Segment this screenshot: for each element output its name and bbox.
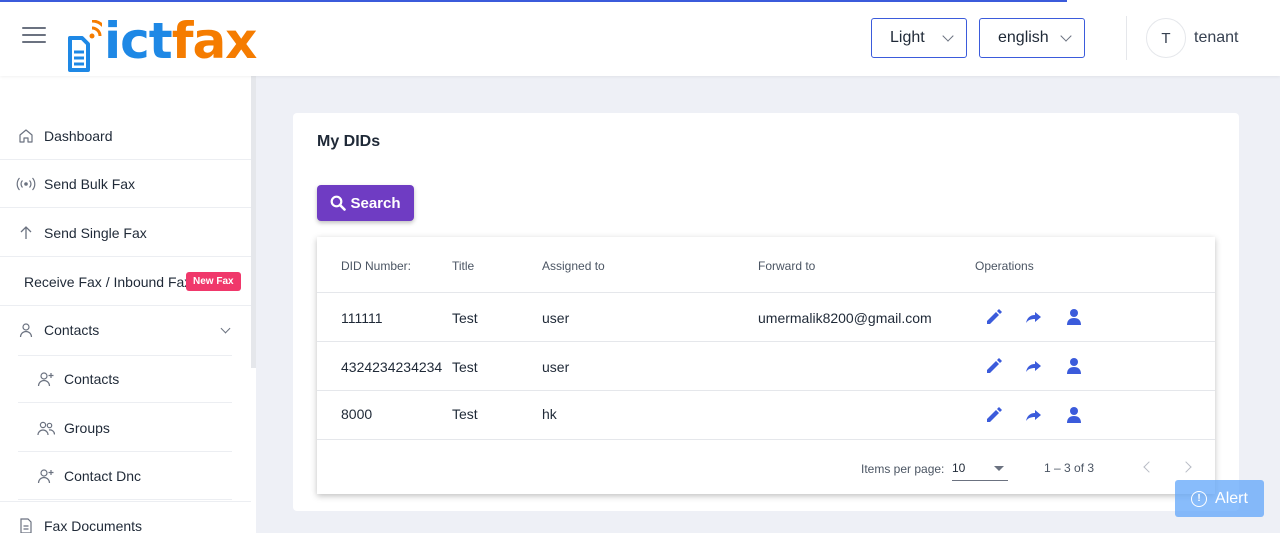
table-header: DID Number: Title Assigned to Forward to… [317,237,1215,293]
loading-bar [0,0,1067,2]
cell-did-number: 111111 [341,310,383,326]
user-plus-icon [36,466,56,486]
user-icon [16,320,36,340]
assign-user-icon[interactable] [1064,405,1084,425]
page-size-value: 10 [952,461,966,475]
theme-select[interactable]: Light [871,18,967,58]
column-header-assigned-to[interactable]: Assigned to [542,259,605,273]
sidebar-item-label: Send Bulk Fax [44,175,136,192]
cell-title: Test [452,406,478,422]
forward-icon[interactable] [1024,307,1044,327]
edit-icon[interactable] [984,307,1004,327]
user-plus-icon [36,369,56,389]
sidebar-item-label: Contacts [64,371,120,387]
cell-did-number: 4324234234234 [341,359,443,375]
chevron-right-icon [1179,461,1192,473]
previous-page-button[interactable] [1137,457,1157,477]
chevron-down-icon [1060,30,1072,42]
page-size-select[interactable]: 10 [952,459,1008,481]
cell-assigned-to: user [542,359,570,375]
cell-title: Test [452,359,478,375]
forward-icon[interactable] [1024,405,1044,425]
hamburger-menu-icon[interactable] [22,27,46,47]
items-per-page-label: Items per page: [861,462,945,476]
next-page-button[interactable] [1177,457,1197,477]
logo-fax-icon [66,19,109,72]
alert-button[interactable]: ! Alert [1175,480,1264,517]
sidebar-item-label: Contact Dnc [64,467,142,484]
users-icon [36,418,56,438]
sidebar-scrollbar[interactable] [251,76,256,533]
sidebar-item-contacts-group[interactable]: Contacts [0,306,251,354]
dropdown-arrow-icon [994,466,1004,471]
sidebar-item-contact-dnc[interactable]: Contact Dnc [18,452,232,500]
language-select[interactable]: english [979,18,1085,58]
forward-icon[interactable] [1024,356,1044,376]
table-row: 111111 Test user umermalik8200@gmail.com [317,293,1215,342]
column-header-forward-to[interactable]: Forward to [758,259,815,273]
search-button-label: Search [350,194,401,212]
logo-text-fax: fax [171,12,258,70]
alert-button-label: Alert [1215,489,1248,507]
column-header-operations: Operations [975,259,1034,273]
logo-text: ictfax [104,12,258,70]
theme-select-value: Light [890,29,925,46]
search-icon [331,195,347,211]
language-select-value: english [998,29,1049,46]
sidebar-item-label: Groups [64,419,110,436]
dids-table: DID Number: Title Assigned to Forward to… [317,237,1215,494]
sidebar-item-label: Receive Fax / Inbound Fax [24,273,192,290]
sidebar: Dashboard Send Bulk Fax Send Single Fax … [0,76,251,533]
table-row: 4324234234234 Test user [317,342,1215,391]
header-divider [1126,16,1127,60]
avatar[interactable]: T [1146,18,1186,58]
cell-assigned-to: hk [542,406,557,422]
chevron-down-icon [220,323,231,334]
cell-assigned-to: user [542,310,570,326]
sidebar-item-fax-documents[interactable]: Fax Documents [0,501,251,533]
table-row: 8000 Test hk [317,391,1215,440]
sidebar-item-label: Contacts [44,322,100,338]
cell-forward-to: umermalik8200@gmail.com [758,310,932,326]
broadcast-icon [16,174,36,194]
arrow-up-icon [16,223,36,243]
search-button[interactable]: Search [317,185,414,221]
column-header-title[interactable]: Title [452,259,474,273]
sidebar-item-dashboard[interactable]: Dashboard [0,112,251,160]
sidebar-item-label: Dashboard [44,127,113,144]
new-fax-badge: New Fax [186,272,241,291]
chevron-down-icon [942,30,954,42]
document-icon [16,516,36,533]
sidebar-item-groups[interactable]: Groups [18,404,232,452]
sidebar-scrollbar-thumb[interactable] [251,368,256,533]
info-icon: ! [1191,490,1208,507]
assign-user-icon[interactable] [1064,356,1084,376]
paginator: Items per page: 10 1 – 3 of 3 [317,439,1215,494]
sidebar-item-label: Send Single Fax [44,224,147,241]
dids-card: My DIDs Search DID Number: Title Assigne… [293,113,1239,511]
sidebar-item-contacts[interactable]: Contacts [18,355,232,403]
edit-icon[interactable] [984,405,1004,425]
page-title: My DIDs [317,133,381,150]
home-icon [16,126,36,146]
cell-did-number: 8000 [341,406,373,422]
sidebar-item-send-bulk-fax[interactable]: Send Bulk Fax [0,160,251,208]
sidebar-item-receive-fax[interactable]: Receive Fax / Inbound Fax New Fax [0,258,251,306]
sidebar-item-label: Fax Documents [44,517,143,533]
logo-text-ict: ict [104,12,173,70]
chevron-left-icon [1142,461,1155,473]
sidebar-item-send-single-fax[interactable]: Send Single Fax [0,209,251,257]
cell-title: Test [452,310,478,326]
app-logo[interactable]: ictfax [66,8,258,72]
edit-icon[interactable] [984,356,1004,376]
username[interactable]: tenant [1194,29,1238,47]
page-range: 1 – 3 of 3 [1044,461,1095,475]
column-header-did-number[interactable]: DID Number: [341,259,411,273]
assign-user-icon[interactable] [1064,307,1084,327]
top-header: ictfax Light english T tenant [0,0,1280,76]
